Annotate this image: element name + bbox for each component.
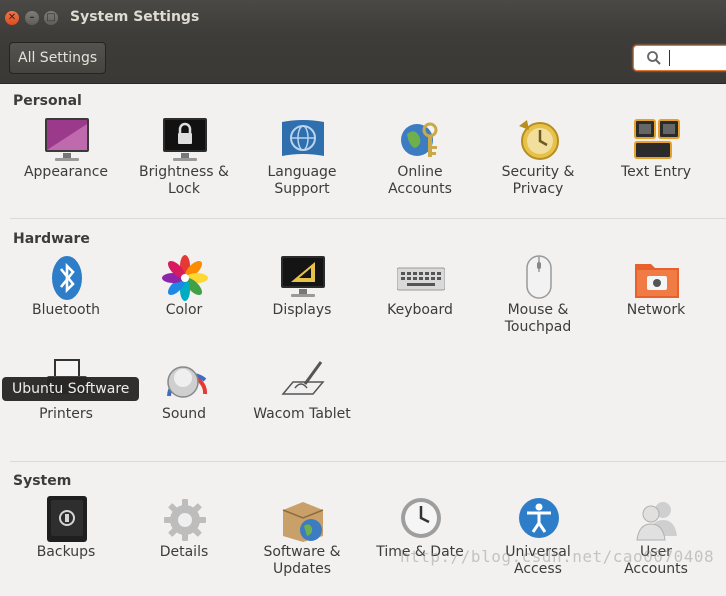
- tooltip: Ubuntu Software: [2, 377, 140, 401]
- text-caret: [669, 50, 670, 66]
- item-label: Printers: [39, 406, 93, 422]
- close-window-button[interactable]: ✕: [5, 11, 19, 25]
- item-label: Language Support: [267, 164, 337, 197]
- gear-icon: [164, 499, 206, 541]
- universal-access-icon: [519, 498, 559, 538]
- item-label: Details: [159, 544, 209, 560]
- mouse-icon: [526, 255, 552, 299]
- section-title-hardware: Hardware: [13, 231, 90, 247]
- maximize-window-button[interactable]: □: [44, 11, 58, 25]
- item-label: Appearance: [23, 164, 109, 180]
- sound-icon: [167, 366, 208, 398]
- item-label: Keyboard: [387, 302, 453, 318]
- settings-item-wacom-tablet[interactable]: Wacom Tablet: [243, 358, 361, 458]
- online-accounts-icon: [401, 122, 438, 157]
- section-title-personal: Personal: [13, 93, 82, 109]
- item-label: Brightness & Lock: [139, 164, 229, 197]
- displays-icon: [281, 256, 325, 297]
- settings-item-universal-access[interactable]: Universal Access: [479, 496, 597, 596]
- item-label: Security & Privacy: [501, 164, 575, 197]
- text-entry-icon: [634, 119, 680, 159]
- section-divider: [10, 461, 726, 462]
- backups-icon: [47, 496, 87, 542]
- settings-item-printers[interactable]: Printers: [7, 358, 125, 458]
- all-settings-button[interactable]: All Settings: [9, 42, 107, 74]
- settings-item-sound[interactable]: Sound: [125, 358, 243, 458]
- clock-icon: [401, 498, 441, 538]
- window-title: System Settings: [70, 9, 200, 25]
- item-label: Sound: [161, 406, 207, 422]
- search-input[interactable]: [633, 45, 726, 71]
- settings-item-displays[interactable]: Displays: [243, 254, 361, 354]
- toolbar: [0, 36, 726, 84]
- settings-item-security-privacy[interactable]: Security & Privacy: [479, 116, 597, 216]
- wacom-tablet-icon: [281, 361, 325, 395]
- settings-item-network[interactable]: Network: [597, 254, 715, 354]
- brightness-lock-icon: [163, 118, 207, 161]
- item-label: Network: [626, 302, 686, 318]
- section-title-system: System: [13, 473, 72, 489]
- item-label: Backups: [36, 544, 96, 560]
- settings-item-user-accounts[interactable]: User Accounts: [597, 496, 715, 596]
- color-icon: [162, 255, 208, 301]
- settings-item-backups[interactable]: Backups: [7, 496, 125, 596]
- item-label: Mouse & Touchpad: [504, 302, 572, 335]
- settings-item-brightness-lock[interactable]: Brightness & Lock: [125, 116, 243, 216]
- title-bar: ✕ – □ System Settings: [0, 0, 726, 36]
- settings-item-language-support[interactable]: Language Support: [243, 116, 361, 216]
- search-icon: [647, 51, 661, 65]
- keyboard-icon: [397, 267, 445, 291]
- settings-item-color[interactable]: Color: [125, 254, 243, 354]
- appearance-icon: [45, 118, 89, 161]
- item-label: Text Entry: [620, 164, 691, 180]
- section-divider: [10, 218, 726, 219]
- item-label: Software & Updates: [263, 544, 341, 577]
- software-updates-icon: [282, 502, 324, 542]
- minimize-window-button[interactable]: –: [25, 11, 39, 25]
- watermark: http://blog.csdn.net/cao0070408: [400, 547, 715, 566]
- settings-item-details[interactable]: Details: [125, 496, 243, 596]
- network-icon: [635, 264, 679, 298]
- settings-item-bluetooth[interactable]: Bluetooth: [7, 254, 125, 354]
- security-privacy-icon: [519, 120, 559, 160]
- item-label: Online Accounts: [388, 164, 452, 197]
- settings-item-appearance[interactable]: Appearance: [7, 116, 125, 216]
- settings-item-keyboard[interactable]: Keyboard: [361, 254, 479, 354]
- users-icon: [636, 502, 677, 541]
- settings-item-mouse-touchpad[interactable]: Mouse & Touchpad: [479, 254, 597, 354]
- settings-item-online-accounts[interactable]: Online Accounts: [361, 116, 479, 216]
- item-label: Bluetooth: [32, 302, 100, 318]
- item-label: Color: [165, 302, 203, 318]
- item-label: Wacom Tablet: [253, 406, 351, 422]
- item-label: Displays: [272, 302, 332, 318]
- settings-item-software-updates[interactable]: Software & Updates: [243, 496, 361, 596]
- bluetooth-icon: [52, 256, 82, 300]
- language-support-icon: [282, 120, 324, 156]
- settings-item-time-date[interactable]: Time & Date: [361, 496, 479, 596]
- settings-item-text-entry[interactable]: Text Entry: [597, 116, 715, 216]
